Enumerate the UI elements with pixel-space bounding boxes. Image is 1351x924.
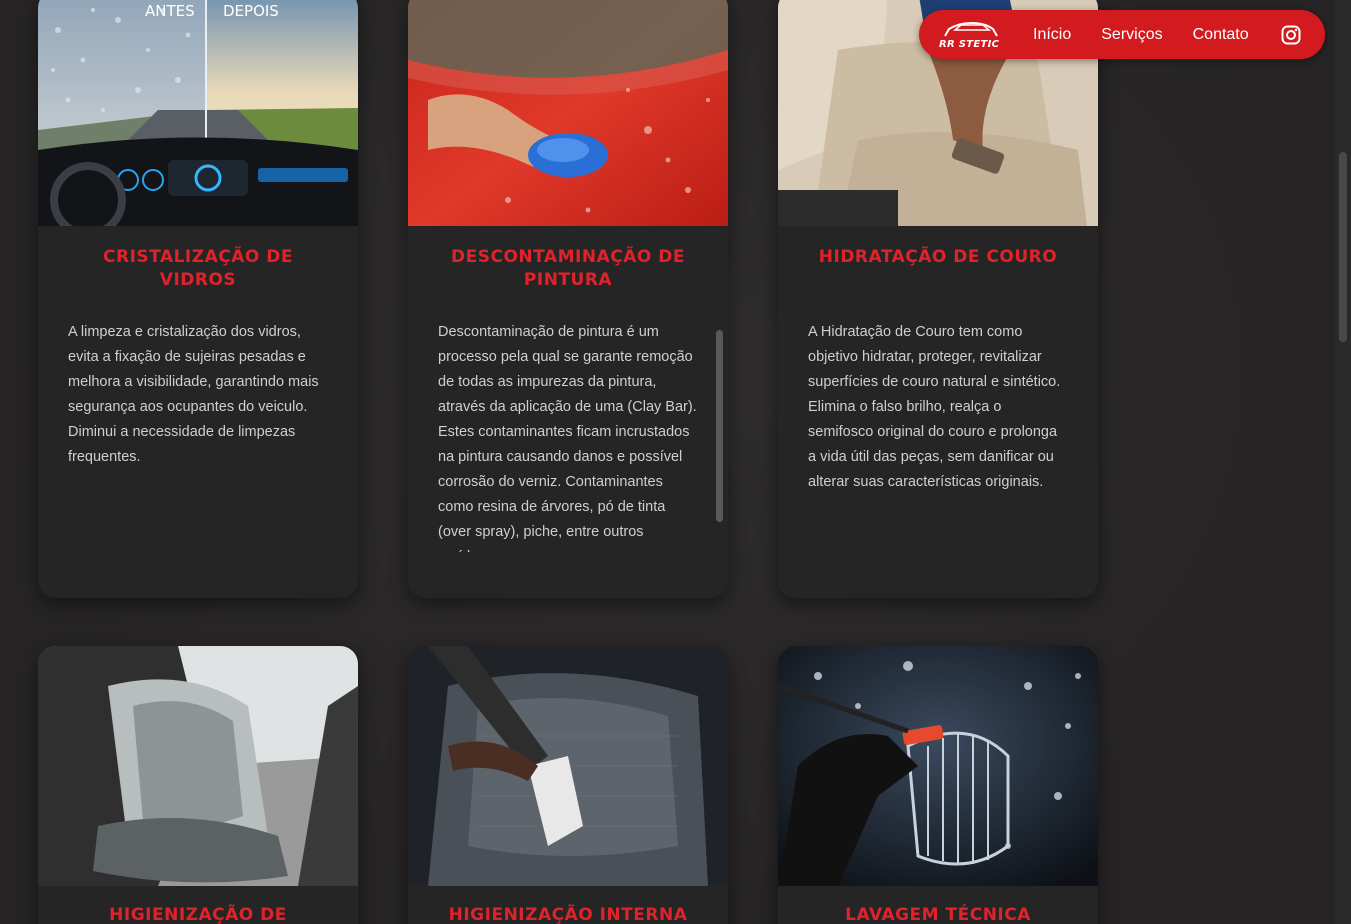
card-title: Hidratação de Couro	[818, 247, 1058, 267]
description-scrollbar[interactable]	[716, 330, 723, 522]
card-description: A limpeza e cristalização dos vidros, ev…	[68, 324, 319, 465]
nav-link-inicio[interactable]: Início	[1033, 26, 1071, 44]
instagram-icon[interactable]	[1281, 25, 1301, 45]
child-seat-photo	[38, 646, 358, 886]
nav-link-contato[interactable]: Contato	[1193, 26, 1249, 44]
service-card-descontaminacao: Descontaminação de Pintura Descontaminaç…	[408, 0, 728, 598]
page-scrollbar-thumb[interactable]	[1339, 152, 1347, 342]
card-title: Higienização de	[109, 905, 287, 924]
navbar: RR STETIC Início Serviços Contato	[919, 10, 1325, 59]
car-wash-photo	[778, 646, 1098, 886]
card-description: Descontaminação de pintura é um processo…	[438, 324, 697, 552]
card-title: Higienização Interna	[448, 905, 688, 924]
page: ANTES DEPOIS Cristalização de Vidros A l…	[0, 0, 1351, 924]
windshield-before-after-photo: ANTES DEPOIS	[38, 0, 358, 226]
page-scrollbar-track[interactable]	[1335, 0, 1351, 924]
logo-text: RR STETIC	[939, 38, 1000, 50]
before-label: ANTES	[145, 2, 195, 20]
service-card-higienizacao-interna: Higienização Interna	[408, 646, 728, 924]
card-title: Descontaminação de Pintura	[451, 247, 685, 290]
service-card-hidratacao: Hidratação de Couro A Hidratação de Cour…	[778, 0, 1098, 598]
service-card-cristalizacao: ANTES DEPOIS Cristalização de Vidros A l…	[38, 0, 358, 598]
card-title: Cristalização de Vidros	[103, 247, 293, 290]
service-card-lavagem-tecnica: Lavagem Técnica	[778, 646, 1098, 924]
card-description: A Hidratação de Couro tem como objetivo …	[808, 324, 1061, 490]
card-title: Lavagem Técnica	[845, 905, 1031, 924]
nav-link-servicos[interactable]: Serviços	[1101, 26, 1162, 44]
after-label: DEPOIS	[223, 2, 279, 20]
clay-bar-photo	[408, 0, 728, 226]
service-card-higienizacao-assento: Higienização de	[38, 646, 358, 924]
logo[interactable]: RR STETIC	[937, 18, 1005, 52]
car-logo-icon	[944, 21, 998, 36]
upholstery-cleaning-photo	[408, 646, 728, 886]
